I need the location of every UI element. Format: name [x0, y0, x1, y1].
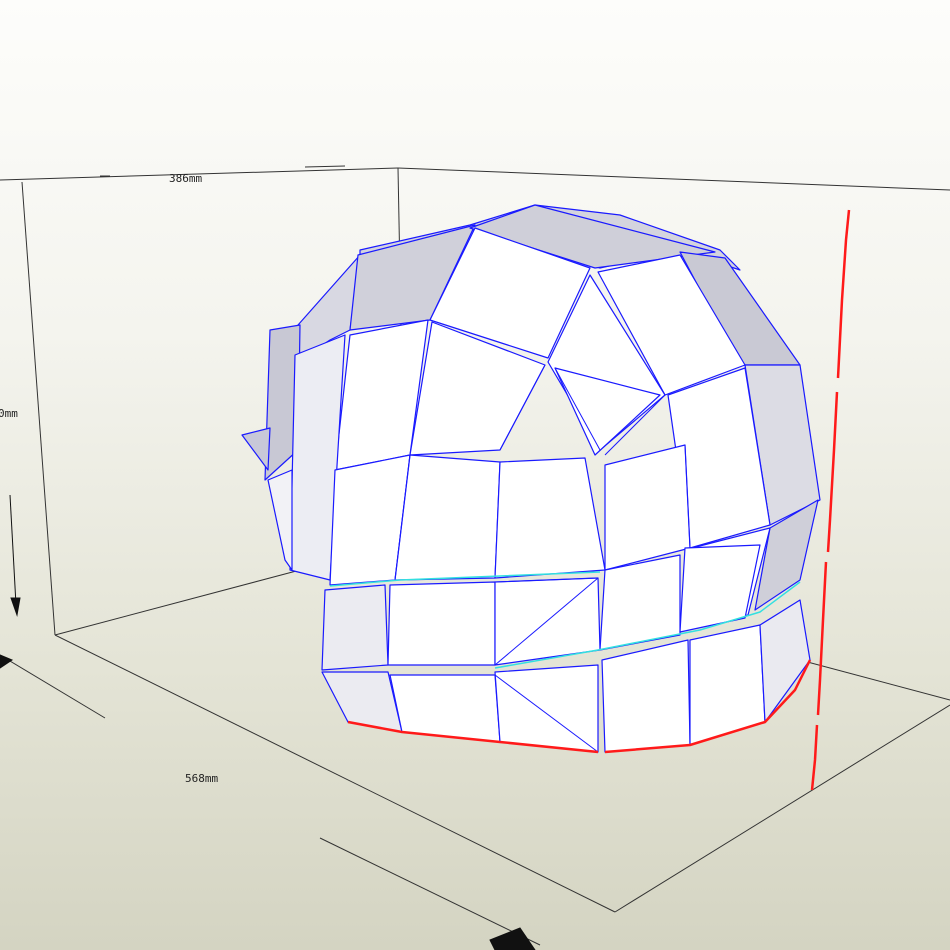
- depth-dimension-label: 568mm: [185, 772, 219, 785]
- arrow-left-icon: [0, 654, 14, 669]
- face-jaw-left: [321, 671, 403, 733]
- helmet-model[interactable]: [241, 204, 851, 791]
- face-jaw-far-right: [689, 624, 766, 746]
- face-mid-center: [394, 454, 501, 581]
- 3d-viewport[interactable]: 386mm 0mm 568mm: [0, 0, 950, 950]
- face-chin-center: [387, 581, 496, 666]
- width-dimension-label: 386mm: [169, 172, 203, 185]
- face-mid-right: [494, 457, 606, 579]
- height-dimension-label: 0mm: [0, 407, 18, 420]
- face-chin-left: [321, 584, 389, 671]
- face-mid-far-right: [604, 444, 691, 571]
- face-jaw-mid: [494, 664, 599, 753]
- face-jaw-side: [759, 599, 811, 723]
- scene-canvas[interactable]: [0, 0, 950, 950]
- face-side-left-2: [267, 469, 293, 571]
- face-jaw-right: [601, 639, 691, 753]
- arrow-down-icon: [10, 597, 21, 617]
- fin-panel: [241, 427, 271, 471]
- face-chin-far-right: [679, 544, 761, 633]
